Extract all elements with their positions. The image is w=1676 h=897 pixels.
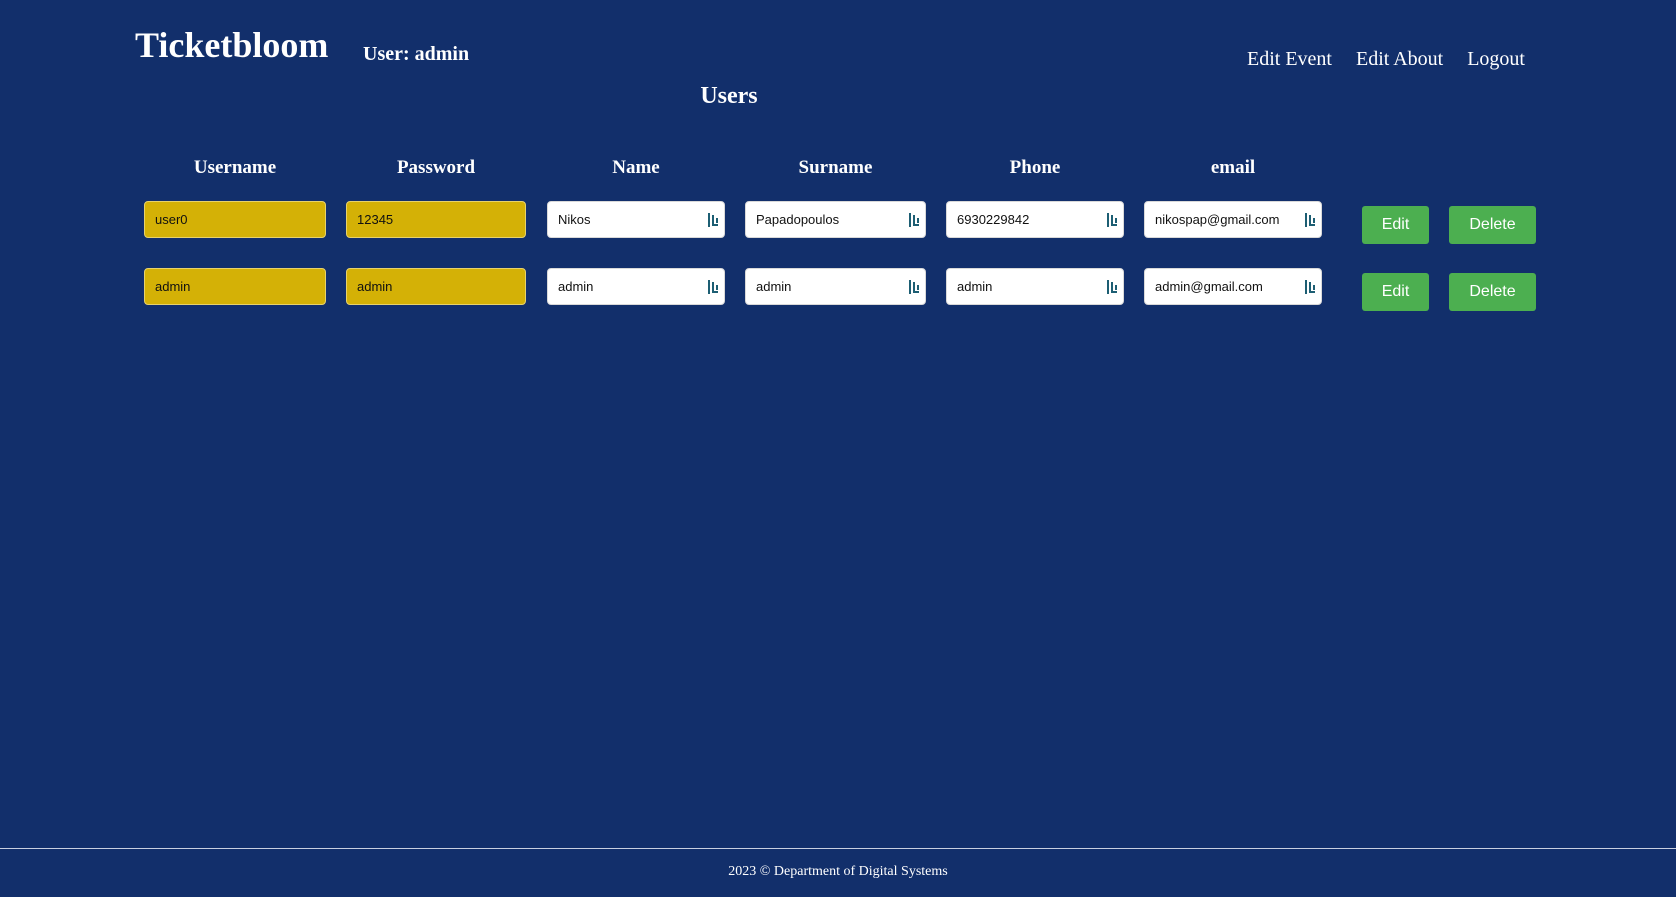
name-field[interactable]	[547, 201, 725, 238]
password-manager-key-icon[interactable]	[1107, 213, 1119, 227]
footer-copyright: 2023 © Department of Digital Systems	[728, 864, 948, 879]
nav-logout[interactable]: Logout	[1467, 47, 1525, 71]
password-manager-key-icon[interactable]	[909, 213, 921, 227]
delete-button[interactable]: Delete	[1449, 273, 1536, 311]
column-header-surname: Surname	[798, 157, 873, 178]
top-nav: Edit Event Edit About Logout	[1247, 47, 1525, 71]
column-header-phone: Phone	[1009, 157, 1061, 178]
edit-button[interactable]: Edit	[1362, 206, 1429, 244]
surname-field[interactable]	[745, 201, 926, 238]
nav-edit-about[interactable]: Edit About	[1356, 47, 1443, 71]
page-title: Users	[700, 83, 758, 109]
phone-field[interactable]	[946, 201, 1124, 238]
surname-field[interactable]	[745, 268, 926, 305]
password-manager-key-icon[interactable]	[708, 280, 720, 294]
column-header-password: Password	[396, 157, 476, 178]
column-header-name: Name	[612, 157, 660, 178]
delete-button[interactable]: Delete	[1449, 206, 1536, 244]
password-manager-key-icon[interactable]	[1107, 280, 1119, 294]
password-field[interactable]	[346, 201, 526, 238]
email-field[interactable]	[1144, 268, 1322, 305]
brand-logo: Ticketbloom	[135, 25, 329, 65]
footer-divider	[0, 848, 1676, 849]
nav-edit-event[interactable]: Edit Event	[1247, 47, 1332, 71]
username-field[interactable]	[144, 268, 326, 305]
username-field[interactable]	[144, 201, 326, 238]
email-field[interactable]	[1144, 201, 1322, 238]
password-manager-key-icon[interactable]	[708, 213, 720, 227]
password-field[interactable]	[346, 268, 526, 305]
column-header-username: Username	[193, 157, 277, 178]
current-user-label: User: admin	[363, 43, 470, 65]
password-manager-key-icon[interactable]	[1305, 213, 1317, 227]
edit-button[interactable]: Edit	[1362, 273, 1429, 311]
phone-field[interactable]	[946, 268, 1124, 305]
column-header-email: email	[1210, 157, 1256, 178]
password-manager-key-icon[interactable]	[1305, 280, 1317, 294]
password-manager-key-icon[interactable]	[909, 280, 921, 294]
name-field[interactable]	[547, 268, 725, 305]
